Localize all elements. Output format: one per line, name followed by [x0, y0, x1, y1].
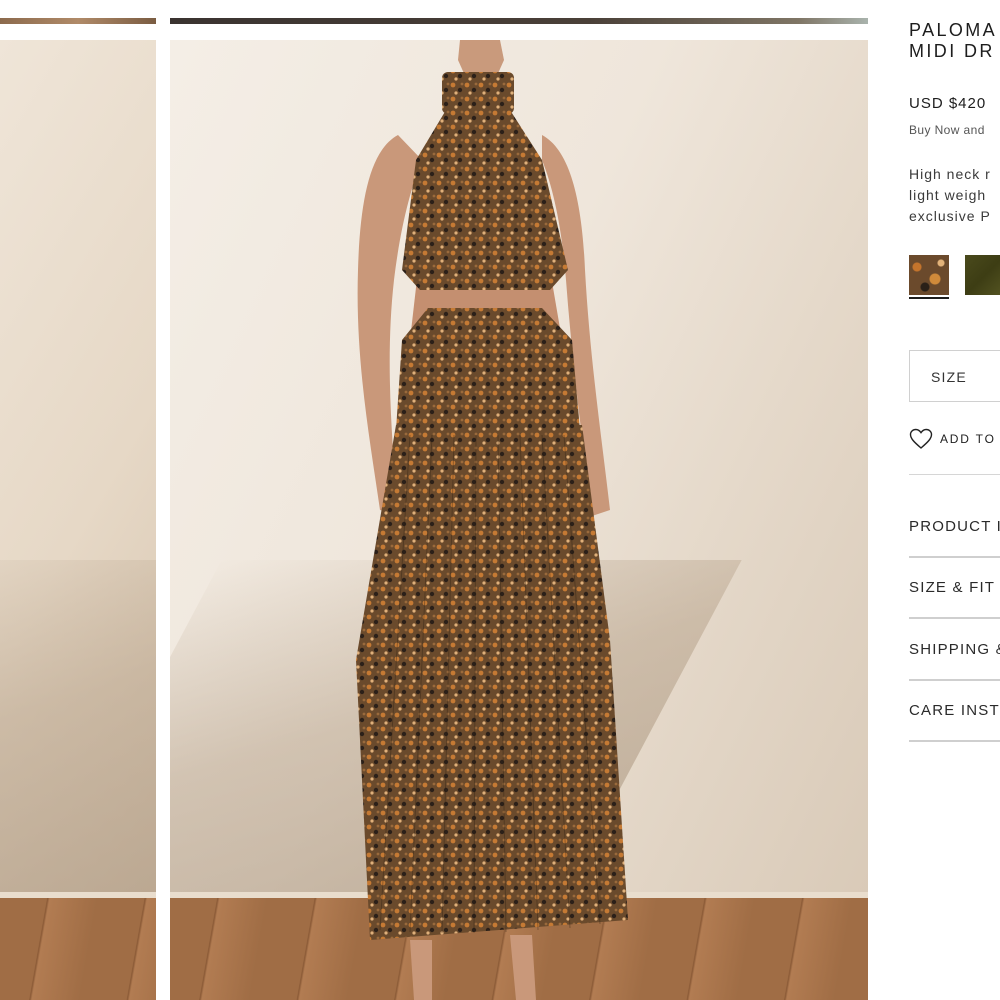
description-line: exclusive P — [909, 208, 991, 224]
model-leg-left — [410, 940, 432, 1000]
selected-swatch-indicator — [909, 297, 949, 299]
heart-icon — [909, 428, 933, 449]
product-price: USD $420 — [909, 95, 987, 112]
product-image-main[interactable] — [170, 40, 868, 1000]
color-swatch-olive[interactable] — [965, 255, 1000, 295]
model-wearing-dress — [356, 40, 628, 1000]
description-line: High neck r — [909, 166, 991, 182]
product-image-secondary[interactable] — [0, 40, 156, 1000]
color-swatch-print[interactable] — [909, 255, 949, 295]
accordion-product-info[interactable]: PRODUCT I — [909, 518, 1000, 558]
product-description: High neck r light weigh exclusive P — [909, 164, 1000, 227]
accordion-label: SHIPPING & — [909, 641, 1000, 658]
accordion-underline — [909, 740, 1000, 742]
accordion-size-fit[interactable]: SIZE & FIT — [909, 579, 1000, 619]
section-divider — [909, 474, 1000, 475]
accordion-label: SIZE & FIT — [909, 579, 996, 596]
buy-now-pay-later-text[interactable]: Buy Now and — [909, 123, 985, 137]
description-line: light weigh — [909, 187, 987, 203]
wood-floor — [0, 898, 156, 1000]
accordion-underline — [909, 679, 1000, 681]
size-selector-label: SIZE — [931, 369, 967, 385]
accordion-shipping[interactable]: SHIPPING & — [909, 641, 1000, 681]
accordion-underline — [909, 556, 1000, 558]
product-details-panel: PALOMA MIDI DR USD $420 Buy Now and High… — [909, 0, 1000, 1000]
product-title-line-1: PALOMA — [909, 20, 998, 40]
dress-skirt — [356, 425, 628, 940]
model-leg-right — [510, 935, 536, 1000]
dress-collar — [442, 72, 514, 114]
product-title-line-2: MIDI DR — [909, 41, 995, 61]
product-title: PALOMA MIDI DR — [909, 20, 997, 62]
gallery-thumbnail-strip-main[interactable] — [170, 18, 868, 24]
gallery-thumbnail-strip-left[interactable] — [0, 18, 156, 24]
size-selector[interactable]: SIZE — [909, 350, 1000, 402]
accordion-label: CARE INST — [909, 702, 1000, 719]
accordion-underline — [909, 617, 1000, 619]
accordion-care-instructions[interactable]: CARE INST — [909, 702, 1000, 742]
add-to-wishlist-label: ADD TO — [940, 432, 996, 446]
dress-waist — [396, 308, 580, 430]
accordion-label: PRODUCT I — [909, 518, 1000, 535]
